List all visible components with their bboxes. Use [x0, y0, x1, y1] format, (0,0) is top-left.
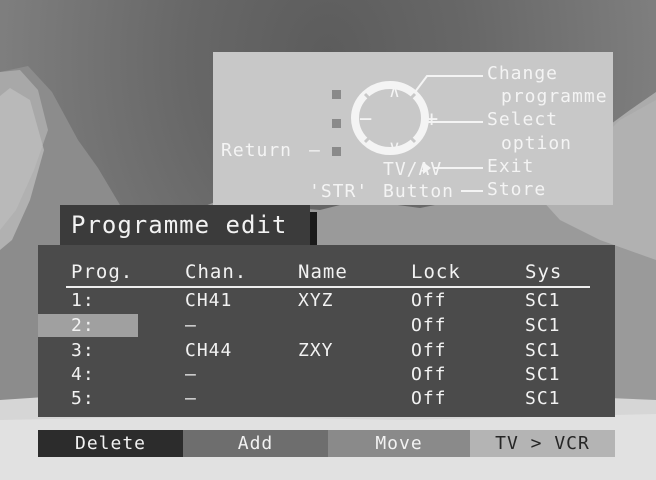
sys-cell: SC1 [525, 364, 561, 385]
lock-cell: Off [411, 388, 447, 409]
prog-cell: 1: [71, 290, 95, 311]
chan-cell: – [185, 388, 197, 409]
table-row-selected[interactable]: 2: – Off SC1 [38, 314, 615, 337]
sys-cell: SC1 [525, 315, 561, 336]
prog-cell: 2: [71, 315, 95, 336]
table-row[interactable]: 1: CH41 XYZ Off SC1 [38, 289, 615, 312]
column-header-name: Name [298, 261, 348, 283]
lock-cell: Off [411, 340, 447, 361]
square-button-icon [332, 90, 341, 99]
column-header-lock: Lock [411, 261, 461, 283]
chan-cell: CH41 [185, 290, 233, 311]
table-row[interactable]: 5: – Off SC1 [38, 387, 615, 410]
select-option-label-2: option [501, 133, 573, 154]
column-header-chan: Chan. [185, 261, 248, 283]
up-arrow-icon: ∧ [389, 81, 401, 102]
page-title: Programme edit [71, 211, 288, 239]
column-header-sys: Sys [525, 261, 563, 283]
button-label: Button [383, 181, 455, 202]
function-bar: Delete Add Move TV > VCR [38, 430, 615, 457]
chan-cell: CH44 [185, 340, 233, 361]
table-row[interactable]: 4: – Off SC1 [38, 363, 615, 386]
add-button[interactable]: Add [183, 430, 328, 457]
table-header-row: Prog. Chan. Name Lock Sys [38, 259, 615, 285]
tv-vcr-button[interactable]: TV > VCR [470, 430, 615, 457]
name-cell: ZXY [298, 340, 334, 361]
square-button-icon [332, 119, 341, 128]
chan-cell: – [185, 364, 197, 385]
sys-cell: SC1 [525, 340, 561, 361]
chan-cell: – [185, 315, 197, 336]
tv-av-label: TV/AV [383, 159, 443, 180]
table-row[interactable]: 3: CH44 ZXY Off SC1 [38, 339, 615, 362]
store-label: Store [487, 179, 547, 200]
tv-menu-screen: ∧ ∨ − + Change programme Select option R… [0, 0, 656, 480]
move-button[interactable]: Move [328, 430, 470, 457]
lock-cell: Off [411, 364, 447, 385]
lock-cell: Off [411, 315, 447, 336]
column-header-prog: Prog. [71, 261, 134, 283]
str-label: 'STR' [309, 181, 369, 202]
minus-icon: − [359, 107, 374, 132]
lock-cell: Off [411, 290, 447, 311]
name-cell: XYZ [298, 290, 334, 311]
change-programme-label: Change [487, 63, 559, 84]
delete-button[interactable]: Delete [38, 430, 183, 457]
plus-icon: + [425, 107, 440, 132]
programme-table: Prog. Chan. Name Lock Sys 1: CH41 XYZ Of… [38, 245, 615, 417]
square-button-icon [332, 147, 341, 156]
return-dash: – [309, 140, 321, 161]
prog-cell: 5: [71, 388, 95, 409]
prog-cell: 3: [71, 340, 95, 361]
header-divider [66, 286, 590, 288]
remote-help-panel: ∧ ∨ − + Change programme Select option R… [213, 52, 613, 205]
exit-label: Exit [487, 156, 535, 177]
sys-cell: SC1 [525, 290, 561, 311]
down-arrow-icon: ∨ [389, 137, 401, 158]
title-tab: Programme edit [60, 205, 310, 245]
select-option-label: Select [487, 109, 559, 130]
change-programme-label-2: programme [501, 86, 608, 107]
return-label: Return [221, 140, 293, 161]
sys-cell: SC1 [525, 388, 561, 409]
prog-cell: 4: [71, 364, 95, 385]
